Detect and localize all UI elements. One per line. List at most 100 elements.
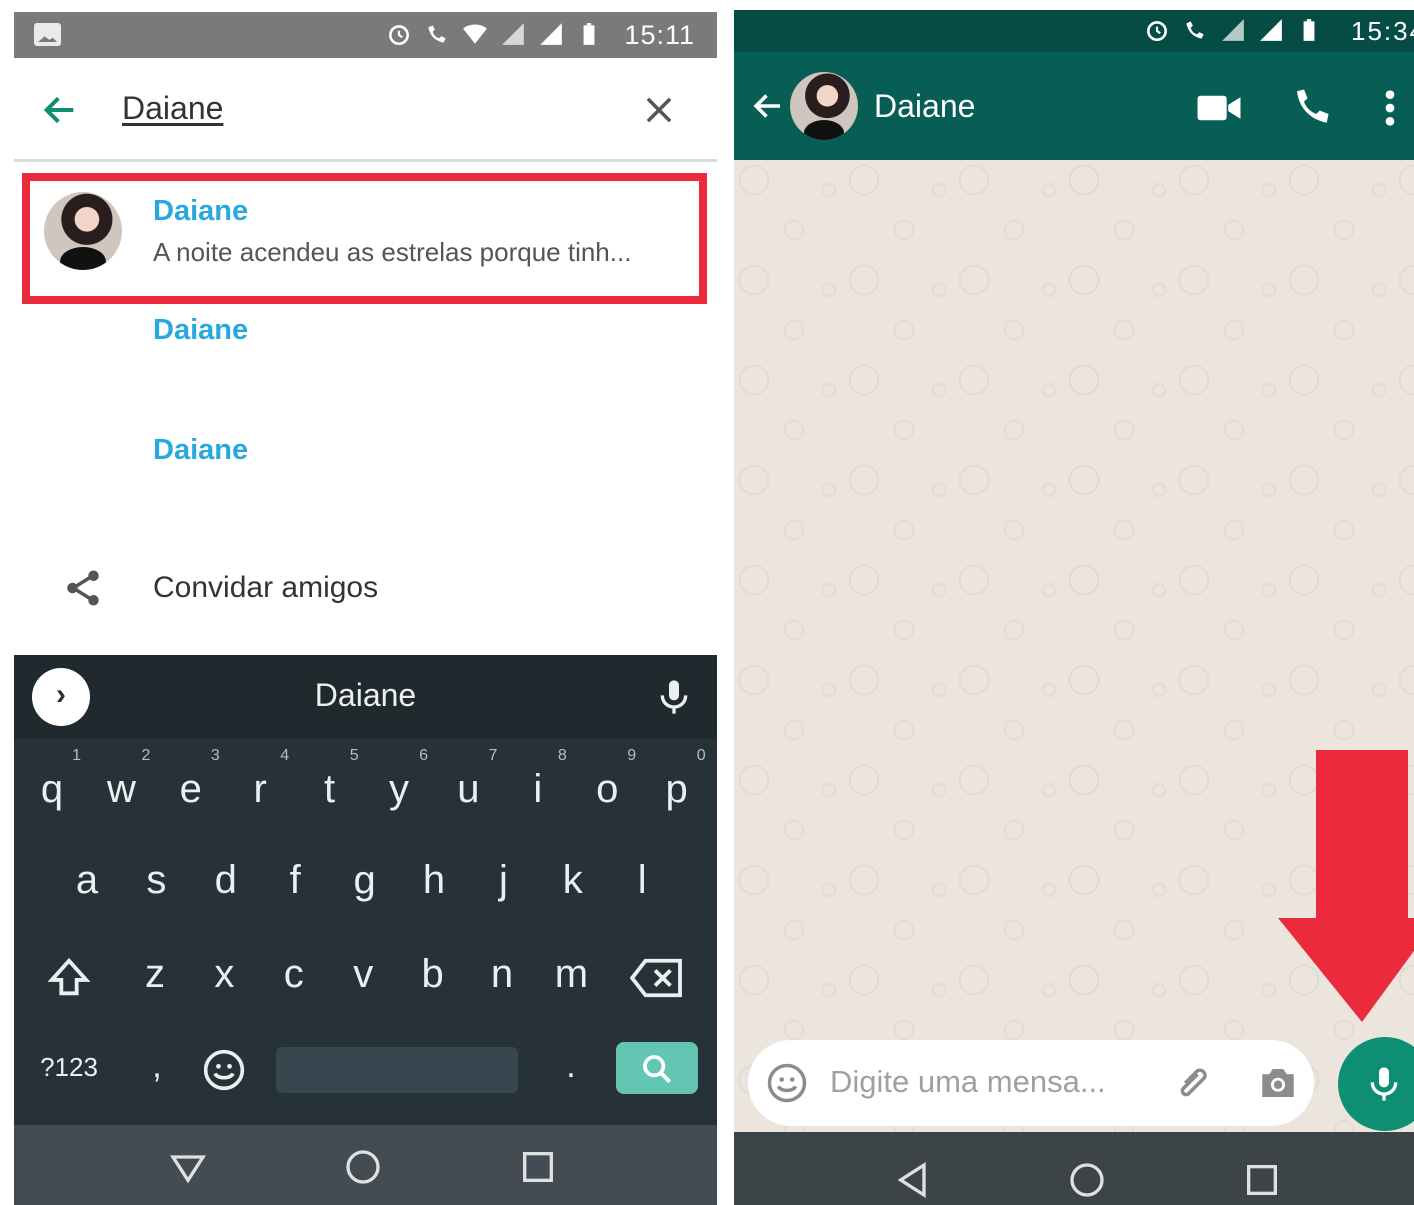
emoji-icon[interactable] — [766, 1062, 808, 1104]
left-phone-screen: 15:11 Daiane Daiane A noite acendeu as e… — [14, 12, 717, 1205]
comma-key[interactable]: , — [126, 1047, 188, 1086]
key-d[interactable]: d — [195, 858, 257, 903]
key-v[interactable]: v — [332, 952, 394, 997]
key-label: p — [665, 767, 688, 811]
key-g[interactable]: g — [334, 858, 396, 903]
key-label: k — [562, 858, 583, 902]
shift-icon[interactable] — [46, 955, 92, 1001]
nav-back-icon[interactable] — [168, 1147, 208, 1187]
key-t[interactable]: t5 — [299, 747, 361, 812]
battery-icon — [583, 23, 595, 45]
key-label: o — [596, 767, 619, 811]
wifi-icon — [463, 24, 487, 44]
key-label: x — [214, 952, 235, 996]
key-j[interactable]: j — [472, 858, 534, 903]
status-icons — [1144, 16, 1322, 44]
key-e[interactable]: e3 — [160, 747, 222, 812]
key-label: n — [490, 952, 514, 996]
key-p[interactable]: p0 — [646, 747, 708, 812]
key-label: a — [75, 858, 99, 902]
key-label: e — [179, 767, 202, 811]
status-bar: 15:11 — [14, 12, 717, 58]
key-number-hint: 5 — [349, 747, 359, 764]
key-n[interactable]: n — [471, 952, 533, 997]
contact-name: Daiane — [153, 434, 249, 466]
key-a[interactable]: a — [56, 858, 118, 903]
key-o[interactable]: o9 — [576, 747, 638, 812]
key-m[interactable]: m — [540, 952, 602, 997]
invite-friends-item[interactable]: Convidar amigos — [14, 547, 717, 637]
key-k[interactable]: k — [542, 858, 604, 903]
key-q[interactable]: q1 — [21, 747, 83, 812]
period-key[interactable]: . — [540, 1047, 602, 1086]
back-arrow-icon[interactable] — [40, 90, 80, 130]
nav-back-icon[interactable] — [894, 1160, 934, 1200]
key-label: w — [106, 767, 136, 811]
status-time: 15:34 — [1351, 16, 1414, 46]
contact-name[interactable]: Daiane — [874, 88, 975, 125]
contact-result-item[interactable]: Daiane — [14, 302, 717, 392]
right-phone-screen: 15:34 Daiane Digite uma mensa... — [734, 10, 1414, 1205]
back-arrow-icon[interactable] — [750, 88, 786, 124]
search-input[interactable]: Daiane — [122, 90, 223, 127]
signal-icon — [540, 23, 562, 45]
signal-icon — [502, 23, 524, 45]
space-bar[interactable] — [276, 1047, 518, 1093]
symbols-key[interactable]: ?123 — [34, 1052, 104, 1083]
phone-icon[interactable] — [1290, 86, 1332, 128]
key-r[interactable]: r4 — [229, 747, 291, 812]
share-icon — [67, 570, 99, 606]
key-label: c — [283, 952, 304, 996]
key-b[interactable]: b — [402, 952, 464, 997]
camera-icon[interactable] — [1256, 1062, 1300, 1104]
red-arrow-annotation — [1278, 750, 1414, 1022]
key-label: j — [498, 858, 508, 902]
contact-result-item[interactable]: Daiane — [14, 422, 717, 512]
key-l[interactable]: l — [611, 858, 673, 903]
key-number-hint: 3 — [210, 747, 220, 764]
nav-recents-icon[interactable] — [518, 1147, 558, 1187]
key-label: u — [457, 767, 480, 811]
emoji-icon[interactable] — [202, 1048, 246, 1092]
key-number-hint: 0 — [696, 747, 706, 764]
more-options-icon[interactable] — [1384, 88, 1396, 128]
message-input[interactable]: Digite uma mensa... — [830, 1064, 1106, 1100]
key-number-hint: 1 — [72, 747, 81, 764]
key-f[interactable]: f — [264, 858, 326, 903]
search-key[interactable] — [616, 1042, 698, 1094]
alarm-icon — [1147, 21, 1167, 42]
key-number-hint: 6 — [419, 747, 428, 764]
system-nav-bar — [734, 1132, 1414, 1205]
key-x[interactable]: x — [193, 952, 255, 997]
microphone-icon[interactable] — [654, 675, 694, 719]
nav-home-icon[interactable] — [1067, 1160, 1107, 1200]
key-h[interactable]: h — [403, 858, 465, 903]
key-s[interactable]: s — [125, 858, 187, 903]
key-label: h — [422, 858, 446, 902]
key-z[interactable]: z — [124, 952, 186, 997]
key-label: v — [353, 952, 374, 996]
search-icon — [643, 1055, 672, 1084]
attachment-icon[interactable] — [1172, 1062, 1216, 1104]
nav-recents-icon[interactable] — [1242, 1160, 1282, 1200]
message-composer[interactable]: Digite uma mensa... — [748, 1040, 1314, 1126]
key-y[interactable]: y6 — [368, 747, 430, 812]
suggestion-strip: › Daiane — [14, 655, 717, 739]
key-w[interactable]: w2 — [90, 747, 152, 812]
video-call-icon[interactable] — [1196, 90, 1242, 126]
key-u[interactable]: u7 — [437, 747, 499, 812]
key-c[interactable]: c — [263, 952, 325, 997]
suggestion-word[interactable]: Daiane — [14, 677, 717, 714]
system-nav-bar — [14, 1125, 717, 1205]
key-label: z — [145, 952, 165, 996]
alarm-icon — [389, 25, 409, 46]
nav-home-icon[interactable] — [343, 1147, 383, 1187]
backspace-icon[interactable] — [630, 955, 684, 1001]
key-label: g — [353, 858, 376, 902]
close-icon[interactable] — [640, 91, 678, 129]
key-i[interactable]: i8 — [507, 747, 569, 812]
contact-avatar[interactable] — [790, 72, 858, 140]
key-label: s — [146, 858, 167, 902]
key-label: d — [214, 858, 237, 902]
onscreen-keyboard: › Daiane q1w2e3r4t5y6u7i8o9p0 asdfghjkl … — [14, 655, 717, 1125]
